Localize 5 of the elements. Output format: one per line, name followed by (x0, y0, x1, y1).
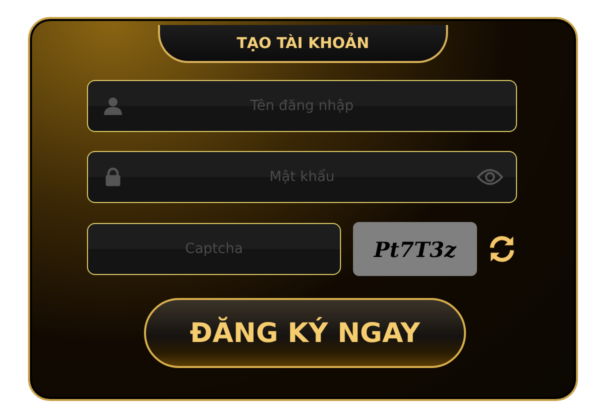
eye-icon[interactable] (477, 168, 503, 186)
register-button[interactable]: ĐĂNG KÝ NGAY (144, 298, 466, 368)
captcha-code: Pt7T3z (374, 236, 456, 262)
dialog-title: TẠO TÀI KHOẢN (236, 34, 370, 52)
refresh-icon[interactable] (487, 234, 517, 264)
